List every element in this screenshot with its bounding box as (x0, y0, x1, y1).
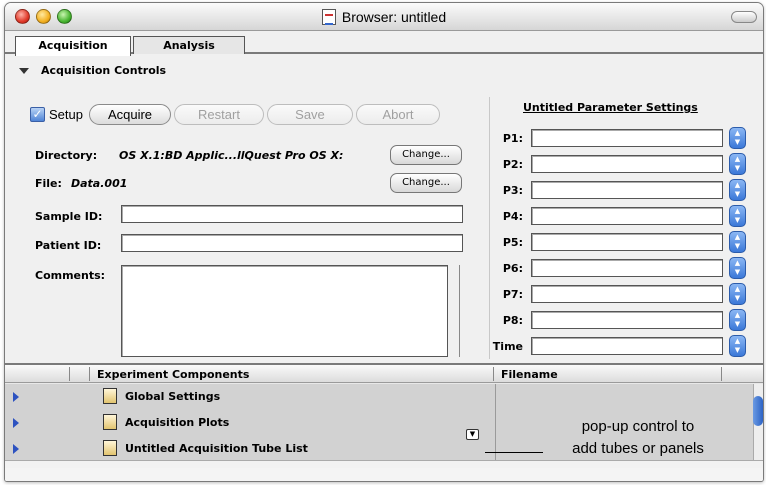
abort-button[interactable]: Abort (355, 103, 440, 125)
param-label-time: Time (492, 340, 523, 353)
acquisition-controls-disclosure[interactable]: Acquisition Controls (19, 64, 166, 77)
param-label-p1: P1: (502, 132, 523, 145)
param-field-p4[interactable] (531, 207, 723, 225)
param-stepper-p8[interactable]: ▲ ▼ (729, 309, 746, 331)
add-tubes-popup-button[interactable]: ▼ (466, 429, 479, 440)
file-value: Data.001 (71, 177, 128, 190)
horizontal-scrollbar[interactable] (5, 460, 763, 468)
param-label-p3: P3: (502, 184, 523, 197)
window-title: Browser: untitled (341, 9, 447, 25)
title-bar[interactable]: Browser: untitled (5, 3, 763, 31)
param-stepper-time[interactable]: ▲ ▼ (729, 335, 746, 357)
callout-line-1: pop-up control to (581, 418, 695, 435)
tab-acquisition[interactable]: Acquisition (15, 36, 131, 56)
acquisition-plots-icon (103, 414, 117, 430)
directory-label: Directory: (35, 149, 98, 162)
param-label-p8: P8: (502, 314, 523, 327)
callout-line-2: add tubes or panels (572, 440, 704, 457)
param-stepper-p5[interactable]: ▲ ▼ (729, 231, 746, 253)
param-stepper-p1[interactable]: ▲ ▼ (729, 127, 746, 149)
param-label-p6: P6: (502, 262, 523, 275)
comments-scrollbar[interactable] (459, 265, 460, 357)
param-stepper-p2[interactable]: ▲ ▼ (729, 153, 746, 175)
param-stepper-p7[interactable]: ▲ ▼ (729, 283, 746, 305)
acquisition-button-row: ✓ Setup Acquire Restart Save Abort (30, 103, 443, 125)
param-label-p2: P2: (502, 158, 523, 171)
parameter-settings-title: Untitled Parameter Settings (523, 101, 698, 114)
global-settings-icon (103, 388, 117, 404)
save-button[interactable]: Save (266, 103, 353, 125)
scroll-thumb[interactable] (753, 396, 763, 426)
tube-list-icon (103, 440, 117, 456)
sample-id-field[interactable] (121, 205, 463, 223)
acquire-button[interactable]: Acquire (88, 103, 171, 125)
setup-checkbox[interactable]: ✓ (30, 106, 45, 122)
param-stepper-p6[interactable]: ▲ ▼ (729, 257, 746, 279)
change-directory-button[interactable]: Change... (390, 145, 462, 165)
sample-id-label: Sample ID: (35, 210, 103, 223)
patient-id-label: Patient ID: (35, 239, 102, 252)
column-separator (69, 367, 70, 381)
column-separator (721, 367, 722, 381)
expand-triangle-icon[interactable] (13, 392, 19, 402)
param-field-p5[interactable] (531, 233, 723, 251)
directory-value: OS X.1:BD Applic...llQuest Pro OS X: (119, 149, 344, 162)
vertical-scrollbar[interactable] (753, 384, 763, 460)
param-field-p7[interactable] (531, 285, 723, 303)
callout-annotation: pop-up control to add tubes or panels (553, 416, 723, 460)
column-filename[interactable]: Filename (501, 368, 558, 381)
param-label-p4: P4: (502, 210, 523, 223)
window-title-group: Browser: untitled (5, 3, 763, 31)
param-field-time[interactable] (531, 337, 723, 355)
param-stepper-p3[interactable]: ▲ ▼ (729, 179, 746, 201)
expand-triangle-icon[interactable] (13, 418, 19, 428)
toolbar-toggle-button[interactable] (731, 11, 757, 23)
list-item-label: Global Settings (125, 390, 221, 403)
comments-label: Comments: (35, 269, 106, 282)
param-field-p1[interactable] (531, 129, 723, 147)
param-label-p5: P5: (502, 236, 523, 249)
param-field-p3[interactable] (531, 181, 723, 199)
column-separator (493, 367, 494, 381)
tab-analysis[interactable]: Analysis (133, 36, 245, 54)
browser-window: Browser: untitled Acquisition Analysis A… (4, 2, 764, 482)
list-item-label: Untitled Acquisition Tube List (125, 442, 308, 455)
param-label-p7: P7: (502, 288, 523, 301)
param-stepper-p4[interactable]: ▲ ▼ (729, 205, 746, 227)
list-item[interactable]: Global Settings (5, 386, 755, 410)
comments-field[interactable] (121, 265, 448, 357)
patient-id-field[interactable] (121, 234, 463, 252)
param-field-p2[interactable] (531, 155, 723, 173)
param-field-p8[interactable] (531, 311, 723, 329)
column-experiment-components[interactable]: Experiment Components (97, 368, 249, 381)
disclosure-triangle-icon[interactable] (19, 67, 29, 74)
section-label: Acquisition Controls (41, 64, 167, 77)
document-icon (321, 9, 336, 25)
callout-leader-line (485, 452, 543, 453)
change-file-button[interactable]: Change... (390, 173, 462, 193)
expand-triangle-icon[interactable] (13, 444, 19, 454)
list-item-label: Acquisition Plots (125, 416, 230, 429)
column-divider (495, 384, 496, 460)
window-bottom-bar (5, 468, 763, 481)
tab-strip: Acquisition Analysis (5, 32, 763, 56)
list-column-header: Experiment Components Filename (5, 365, 763, 383)
file-label: File: (35, 177, 62, 190)
setup-label[interactable]: Setup (49, 107, 83, 122)
param-field-p6[interactable] (531, 259, 723, 277)
restart-button[interactable]: Restart (173, 103, 264, 125)
experiment-browser: Experiment Components Filename Global Se… (5, 363, 763, 481)
column-separator (89, 367, 90, 381)
